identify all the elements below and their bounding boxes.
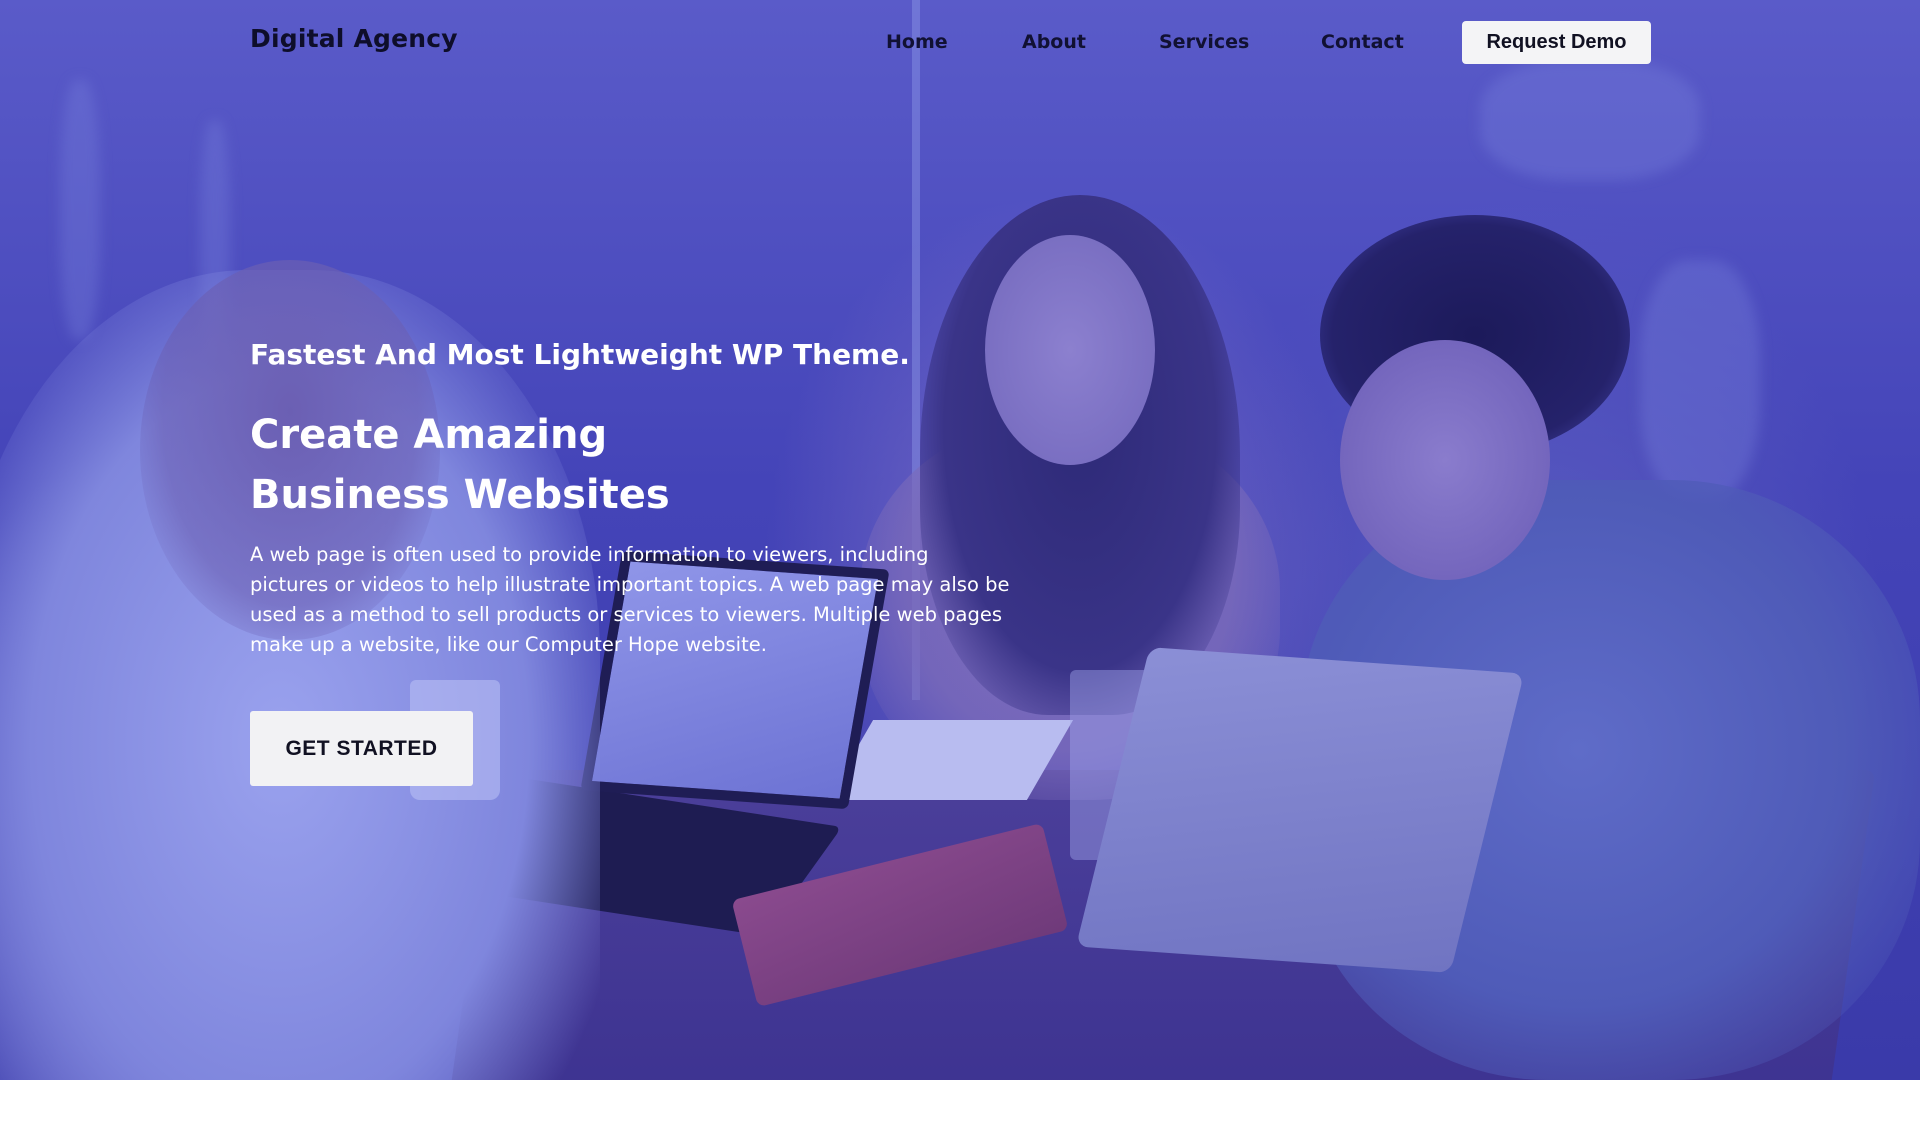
photo-person — [1340, 340, 1550, 580]
nav-link-about[interactable]: About — [1022, 31, 1086, 53]
hero-tagline: Fastest And Most Lightweight WP Theme. — [250, 338, 910, 371]
hero-headline-line-1: Create Amazing — [250, 412, 608, 458]
photo-person — [985, 235, 1155, 465]
hero-headline-line-2: Business Websites — [250, 472, 670, 518]
background-photo-detail — [60, 80, 100, 340]
top-navigation: Digital Agency Home About Services Conta… — [0, 0, 1920, 86]
brand-logo[interactable]: Digital Agency — [250, 24, 458, 53]
nav-link-services[interactable]: Services — [1159, 31, 1249, 53]
hero-section: Digital Agency Home About Services Conta… — [0, 0, 1920, 1080]
request-demo-button[interactable]: Request Demo — [1462, 21, 1651, 64]
get-started-button[interactable]: GET STARTED — [250, 711, 473, 786]
background-photo-detail — [1640, 260, 1760, 500]
hero-description: A web page is often used to provide info… — [250, 543, 1010, 656]
nav-link-contact[interactable]: Contact — [1321, 31, 1404, 53]
page-below-hero — [0, 1080, 1920, 1140]
nav-link-home[interactable]: Home — [886, 31, 948, 53]
hero-headline: Create Amazing Business Websites — [250, 405, 950, 525]
photo-laptop — [1075, 647, 1525, 973]
